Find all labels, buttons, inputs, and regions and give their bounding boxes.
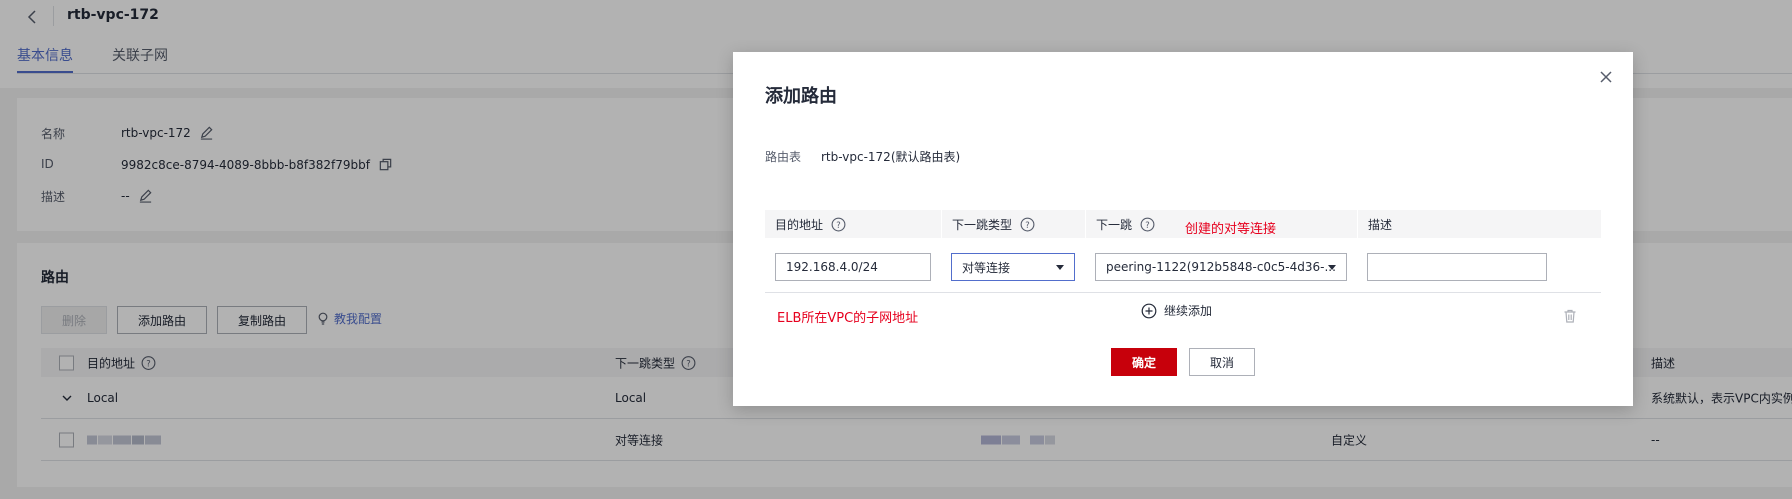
confirm-button[interactable]: 确定 <box>1111 348 1177 376</box>
svg-text:?: ? <box>1145 219 1149 229</box>
dest-input[interactable]: 192.168.4.0/24 <box>775 253 931 281</box>
add-route-dialog: 添加路由 路由表 rtb-vpc-172(默认路由表) 目的地址 ? 下一跳类型… <box>733 52 1633 406</box>
route-table-label: 路由表 <box>765 150 802 164</box>
help-icon[interactable]: ? <box>1020 217 1035 232</box>
dialog-col-dest: 目的地址 ? <box>765 210 941 238</box>
cancel-button[interactable]: 取消 <box>1189 348 1255 376</box>
help-icon[interactable]: ? <box>1140 217 1155 232</box>
dialog-col-nexthop-label: 下一跳 <box>1096 217 1133 232</box>
nexthop-select[interactable]: peering-1122(912b5848-c0c5-4d36-... <box>1095 253 1347 281</box>
annotation-nexthop-note: 创建的对等连接 <box>1185 222 1277 237</box>
dialog-col-description: 描述 <box>1357 210 1601 238</box>
add-more-button[interactable]: 继续添加 <box>1141 302 1212 319</box>
plus-circle-icon <box>1141 303 1157 318</box>
svg-text:?: ? <box>1025 219 1029 229</box>
caret-down-icon <box>1328 265 1336 270</box>
help-icon[interactable]: ? <box>831 217 846 232</box>
dialog-col-nexthop-type-label: 下一跳类型 <box>952 217 1013 232</box>
dialog-table-header: 目的地址 ? 下一跳类型 ? 下一跳 ? 描述 <box>765 210 1601 238</box>
caret-down-icon <box>1056 265 1064 270</box>
dialog-route-row: 192.168.4.0/24 对等连接 peering-1122(912b584… <box>765 238 1601 293</box>
svg-text:?: ? <box>836 219 840 229</box>
nexthop-value: peering-1122(912b5848-c0c5-4d36-... <box>1106 260 1336 274</box>
add-more-label: 继续添加 <box>1164 304 1213 318</box>
annotation-dest-note: ELB所在VPC的子网地址 <box>777 311 919 326</box>
dialog-col-dest-label: 目的地址 <box>775 217 824 232</box>
dialog-col-nexthop-type: 下一跳类型 ? <box>941 210 1085 238</box>
nexthop-type-value: 对等连接 <box>962 260 1011 275</box>
trash-icon[interactable] <box>1563 309 1577 323</box>
nexthop-type-select[interactable]: 对等连接 <box>951 253 1075 281</box>
close-icon[interactable] <box>1599 70 1613 84</box>
dialog-title: 添加路由 <box>765 86 837 107</box>
description-input[interactable] <box>1367 253 1547 281</box>
route-table-value: rtb-vpc-172(默认路由表) <box>821 150 961 164</box>
